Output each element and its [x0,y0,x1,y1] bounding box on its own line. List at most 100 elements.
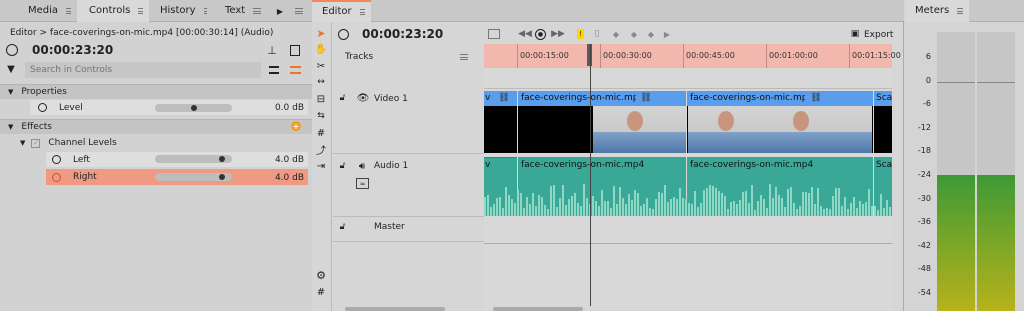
channel-levels-label: Channel Levels [48,138,117,148]
enable-checkbox[interactable]: ✓ [31,138,41,148]
detail-view-icon[interactable] [290,66,301,74]
left-slider[interactable] [155,155,232,163]
lock-icon[interactable]: 🔓︎ [338,222,347,232]
waveform-icon[interactable]: ≈ [356,178,369,189]
channel-levels-row[interactable]: ▼ ✓ Channel Levels [14,136,308,150]
in-point-icon[interactable]: ▯ [594,29,600,39]
waveform-bar [739,199,741,216]
waveform-bar [814,204,816,216]
waveform-bar [838,188,840,216]
select-tool-icon[interactable]: ➤ [316,27,326,40]
snap-tool-icon[interactable]: # [315,128,327,139]
menu-icon[interactable] [957,7,963,14]
tracks-label: Tracks [345,52,374,62]
menu-icon[interactable] [66,7,71,14]
waveform-bar [724,195,726,216]
wave-tool-icon[interactable]: ⤴ [315,144,327,157]
waveform-bar [712,185,714,216]
timeline-scrollbar[interactable] [493,307,583,311]
video-track-header[interactable] [333,88,484,154]
razor-tool-icon[interactable]: ✂ [316,60,326,72]
forward-icon[interactable]: ▶▶ [551,29,565,39]
pin-icon[interactable]: ⊥ [267,44,277,57]
properties-header[interactable]: ▼ Properties [0,84,312,99]
prev-edit-icon[interactable]: ◆ [646,29,656,39]
hand-tool-icon[interactable]: ✋ [315,43,327,55]
waveform-bar [727,209,729,216]
arrows-tool-icon[interactable]: ⇆ [315,111,327,121]
level-slider[interactable] [155,104,232,112]
person-head [627,111,643,131]
link-icon: ⛓︎ [810,93,822,103]
next-edit-icon[interactable]: ▶ [662,29,672,39]
ripple-tool-icon[interactable]: ↔ [315,77,327,87]
rewind-icon[interactable]: ◀◀ [518,29,532,39]
tab-meters[interactable]: Meters [905,0,969,22]
horizontal-scrollbar[interactable] [345,307,445,311]
search-input[interactable] [25,62,261,78]
ruler-tick-label: 00:00:15:00 [520,51,569,60]
link-icon: ⛓︎ [640,93,652,103]
waveform-bar [850,202,852,216]
waveform-bar [694,190,696,216]
master-track-header[interactable] [333,218,484,242]
waveform-bar [529,203,531,216]
tab-history[interactable]: History [149,0,213,22]
effects-header[interactable]: ▼ Effects [0,119,312,134]
menu-icon[interactable] [138,7,143,14]
next-marker-icon[interactable]: ◆ [628,29,640,39]
waveform-bar [847,208,849,216]
right-slider[interactable] [155,173,232,181]
tab-editor[interactable]: Editor [312,0,371,22]
waveform-bar [736,204,738,216]
menu-icon[interactable] [359,8,366,15]
panel-toggle-icon[interactable] [290,45,300,56]
marker-icon[interactable]: ! [577,29,584,39]
grid-icon[interactable]: # [315,286,327,298]
eye-icon[interactable]: 👁︎ [357,93,370,104]
export-button[interactable]: Export [864,30,893,40]
waveform-bar [517,189,519,216]
ruler-tick [517,44,518,68]
left-slider-knob[interactable] [218,156,225,162]
lift-tool-icon[interactable]: ⊟ [315,94,327,105]
waveform-bar [547,208,549,216]
waveform-bar [790,186,792,216]
waveform-bar [787,189,789,216]
tab-more-icon[interactable] [294,6,304,16]
menu-icon[interactable] [203,7,208,14]
menu-icon[interactable] [253,7,262,14]
tracks-menu-icon[interactable] [459,53,469,61]
filter-icon[interactable]: ▼ [6,64,16,75]
waveform-bar [658,192,660,216]
lock-icon[interactable]: 🔓︎ [338,93,347,103]
right-slider-knob[interactable] [218,174,225,180]
prev-marker-icon[interactable]: ◆ [610,29,622,39]
level-slider-knob[interactable] [190,105,197,111]
export-frame-icon[interactable]: ⇥ [315,161,327,172]
add-effect-icon[interactable]: + [291,121,301,131]
thumbnail-icon[interactable] [488,29,500,39]
waveform-bar [664,185,666,216]
meter-scale-label: -6 [923,99,931,109]
list-view-icon[interactable] [269,66,279,74]
waveform-bar [685,198,687,216]
meter-scale-label: -42 [917,240,931,250]
waveform-bar [652,208,654,216]
tab-text[interactable]: Text [213,0,268,22]
waveform-bar [484,197,486,216]
meter-scale-label: 0 [925,75,931,85]
lock-icon[interactable]: 🔓︎ [338,161,347,171]
video-thumbnail [688,106,872,153]
tab-media[interactable]: Media [0,0,77,22]
waveform-bar [856,208,858,216]
speaker-icon[interactable]: 🔊︎ [356,161,368,172]
settings-icon[interactable]: ⚙ [315,269,327,282]
waveform-bar [613,185,615,216]
tab-scroll-right-icon[interactable]: ▶ [276,6,284,16]
play-pause-icon[interactable]: ● [535,29,546,40]
waveform-bar [721,193,723,216]
tab-controls[interactable]: Controls [77,0,149,22]
export-icon[interactable]: ▣ [850,29,860,39]
waveform-bar [682,198,684,216]
